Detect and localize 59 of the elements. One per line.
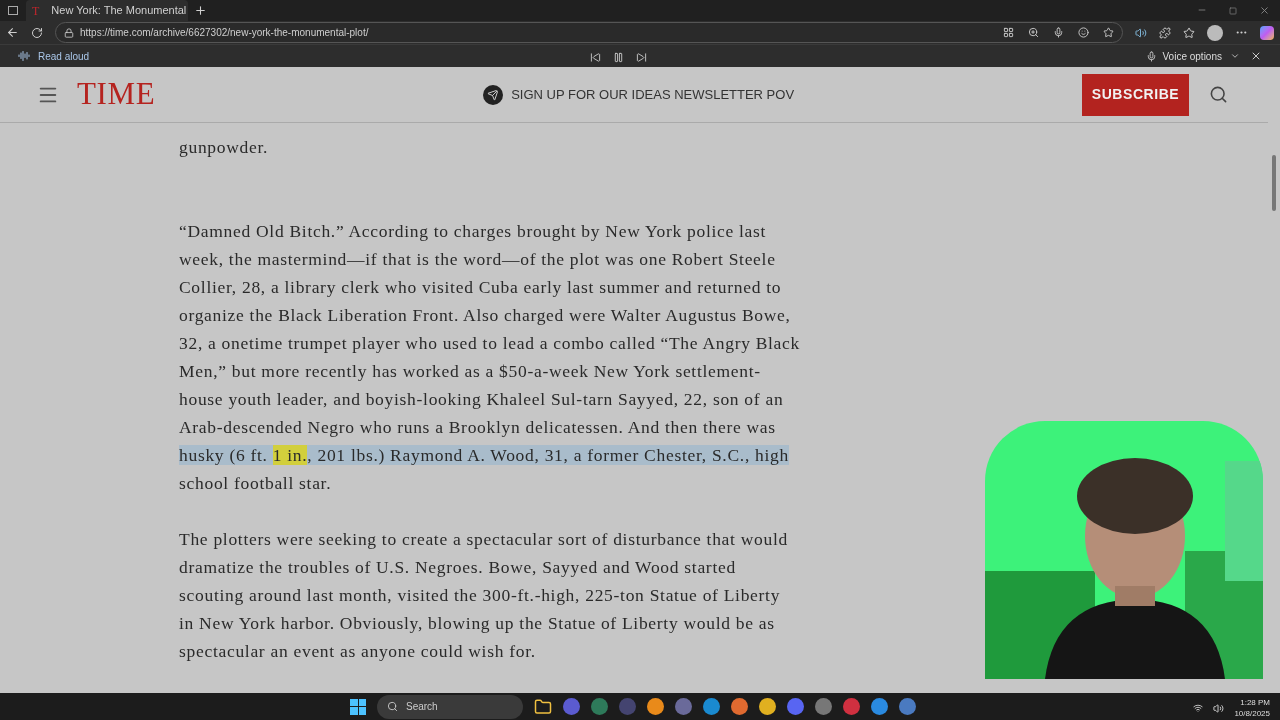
paragraph-line: school football star. [179,473,332,494]
current-word: 1 in. [272,445,308,466]
read-aloud-icon[interactable] [1135,26,1148,39]
newsletter-icon [483,84,504,105]
new-tab-icon[interactable] [194,4,207,17]
highlighted-text: husky (6 ft. [179,445,273,466]
voice-options-button[interactable]: Voice options [1162,48,1222,64]
close-window-icon[interactable] [1259,5,1270,16]
browser-tab[interactable]: T New York: The Monumental [26,0,188,21]
paragraph-line: in New York harbor. Obviously, blowing up the Statue of Liberty would be as [179,613,775,634]
folder-icon[interactable] [534,697,552,716]
paragraph-line: organize the Black Liberation Front. Also charged were Walter Augustus Bowe, [179,305,791,326]
paragraph-line: “Damned Old Bitch.” According to charges brought by New York police last [179,221,767,242]
paragraph-line: Collier, 28, a library clerk who visited Cuba early last summer and returned to [179,277,782,298]
favicon: T [32,2,40,20]
url-text: https://time.com/archive/6627302/new-york-the-monumental-plot/ [79,26,370,41]
search-icon [387,701,398,713]
previous-icon[interactable] [590,52,601,64]
network-icon[interactable] [1193,703,1204,714]
search-field[interactable]: Search [377,694,523,719]
profile-icon[interactable] [1207,24,1224,41]
zoom-icon[interactable] [1028,27,1040,39]
paragraph-line: 32, a onetime trumpet player who used to lead a combo called “The Angry Black [179,333,800,354]
emoji-icon[interactable] [1078,27,1090,39]
site-logo[interactable]: TIME [77,71,156,118]
app-icon[interactable] [1003,27,1015,39]
favorites-icon[interactable] [1183,26,1196,39]
audio-icon [18,50,30,63]
tab-actions-icon[interactable] [8,6,18,15]
clock-date[interactable]: 10/8/2025 [1234,708,1270,720]
next-icon[interactable] [636,52,647,64]
address-field[interactable]: https://time.com/archive/6627302/new-york-the-monumental-plot/ [54,22,1124,44]
copilot-icon[interactable] [1260,25,1275,40]
back-icon[interactable] [6,26,19,40]
paragraph-line: dramatize the troubles of U.S. Negroes. Bowe, Sayyed and Wood started [179,557,736,578]
newsletter-link[interactable]: SIGN UP FOR OUR IDEAS NEWSLETTER POV [511,84,795,105]
start-icon[interactable] [350,698,366,715]
search-icon[interactable] [1209,85,1228,105]
search-placeholder: Search [406,700,438,715]
reload-icon[interactable] [31,26,43,39]
clock-time[interactable]: 1:28 PM [1240,697,1270,709]
paragraph-line: spectacular an event as anyone could wish for. [179,641,536,662]
paragraph-line: house youth leader, and boyish-looking Khaleel Sul-tarn Sayyed, 22, son of an [179,389,784,410]
voice-icon [1145,50,1157,62]
paragraph-line: Arab-descended Negro who runs a Brooklyn delicatessen. And then there was [179,417,776,438]
scrollbar-thumb[interactable] [1272,155,1276,212]
favorite-icon[interactable] [1103,27,1115,39]
paragraph-line: Men,” but more recently has worked as a $50-a-week New York settlement- [179,361,761,382]
paragraph-line: week, the mastermind—if that is the word—of the plot was one Robert Steele [179,249,776,270]
paragraph-line: gunpowder. [179,137,269,158]
subscribe-button[interactable]: SUBSCRIBE [1082,73,1189,116]
extensions-icon[interactable] [1159,26,1172,39]
highlighted-text: , 201 lbs.) Raymond A. Wood, 31, a former Chester, S.C., high [307,445,789,466]
volume-icon[interactable] [1213,702,1225,714]
read-aloud-label: Read aloud [38,49,90,64]
paragraph-line: scouting around last month, visited the 300-ft.-high, 225-ton Statue of Liberty [179,585,781,606]
pause-icon[interactable] [613,52,624,64]
paragraph-line: The plotters were seeking to create a spectacular sort of disturbance that would [179,529,788,550]
tab-title: New York: The Monumental [51,3,187,19]
